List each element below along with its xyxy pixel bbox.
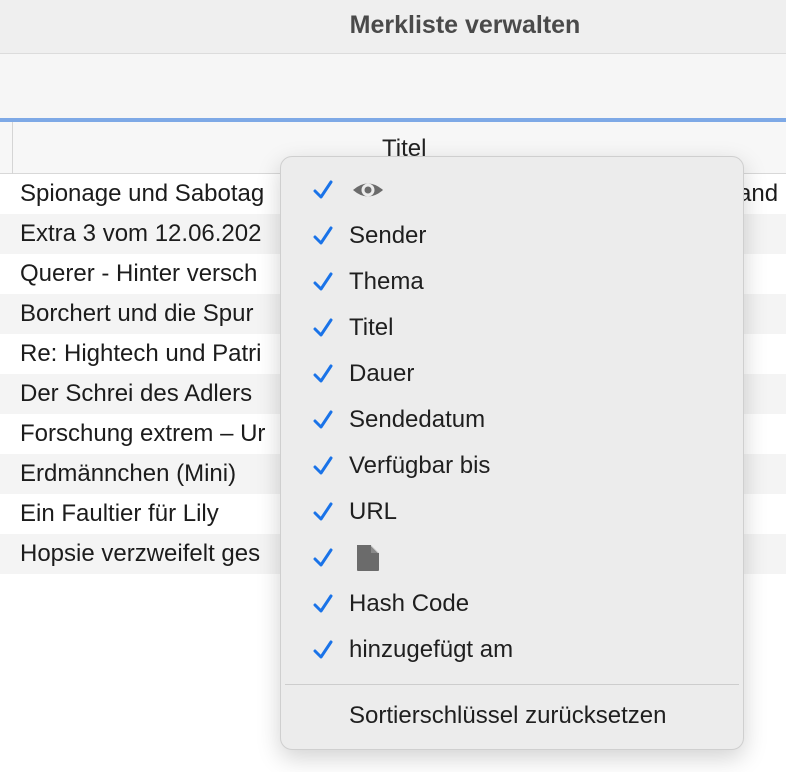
row-title: Re: Hightech und Patri	[20, 340, 262, 367]
menu-item-label: Verfügbar bis	[349, 452, 491, 479]
checkmark-icon	[313, 272, 333, 291]
column-visibility-menu: Sender Thema Titel Dauer Sendedatum Verf…	[280, 156, 744, 750]
window-title: Merkliste verwalten	[349, 11, 581, 39]
row-title: Querer - Hinter versch	[20, 260, 258, 287]
menu-item-label: Titel	[349, 314, 394, 341]
menu-item-titel[interactable]: Titel	[281, 305, 743, 351]
menu-item-document[interactable]	[281, 535, 743, 581]
menu-item-label: Thema	[349, 268, 424, 295]
row-title: Ein Faultier für Lily	[20, 500, 219, 527]
menu-item-label: Hash Code	[349, 590, 470, 617]
checkmark-icon	[313, 548, 333, 567]
window-titlebar: Merkliste verwalten	[0, 0, 786, 54]
menu-item-hash-code[interactable]: Hash Code	[281, 581, 743, 627]
reset-sort-keys-item[interactable]: Sortierschlüssel zurücksetzen	[281, 693, 743, 739]
menu-item-label: Sender	[349, 222, 427, 249]
checkmark-icon	[313, 364, 333, 383]
menu-item-sender[interactable]: Sender	[281, 213, 743, 259]
menu-item-eye[interactable]	[281, 167, 743, 213]
menu-item-label: Sendedatum	[349, 406, 486, 433]
checkmark-icon	[313, 640, 333, 659]
row-title: Der Schrei des Adlers	[20, 380, 253, 407]
toolbar	[0, 54, 786, 118]
checkmark-icon	[313, 180, 333, 199]
row-title: Borchert und die Spur	[20, 300, 254, 327]
eye-icon	[353, 183, 383, 197]
checkmark-icon	[313, 226, 333, 245]
row-title: Spionage und Sabotag	[20, 180, 265, 207]
checkmark-icon	[313, 410, 333, 429]
row-title: Forschung extrem – Ur	[20, 420, 266, 447]
row-extra: and	[738, 180, 779, 207]
menu-item-url[interactable]: URL	[281, 489, 743, 535]
column-divider[interactable]	[12, 122, 13, 174]
row-title: Hopsie verzweifelt ges	[20, 540, 261, 567]
checkmark-icon	[313, 318, 333, 337]
menu-item-verfuegbar-bis[interactable]: Verfügbar bis	[281, 443, 743, 489]
menu-item-hinzugefuegt-am[interactable]: hinzugefügt am	[281, 627, 743, 673]
menu-item-dauer[interactable]: Dauer	[281, 351, 743, 397]
menu-separator	[285, 684, 739, 685]
menu-item-thema[interactable]: Thema	[281, 259, 743, 305]
row-title: Erdmännchen (Mini)	[20, 460, 237, 487]
checkmark-icon	[313, 594, 333, 613]
document-icon	[357, 545, 379, 571]
menu-item-label: URL	[349, 498, 398, 525]
checkmark-icon	[313, 456, 333, 475]
menu-item-label: Dauer	[349, 360, 415, 387]
row-title: Extra 3 vom 12.06.202	[20, 220, 262, 247]
menu-item-label: hinzugefügt am	[349, 636, 514, 663]
menu-item-sendedatum[interactable]: Sendedatum	[281, 397, 743, 443]
menu-item-label: Sortierschlüssel zurücksetzen	[349, 702, 667, 729]
checkmark-icon	[313, 502, 333, 521]
